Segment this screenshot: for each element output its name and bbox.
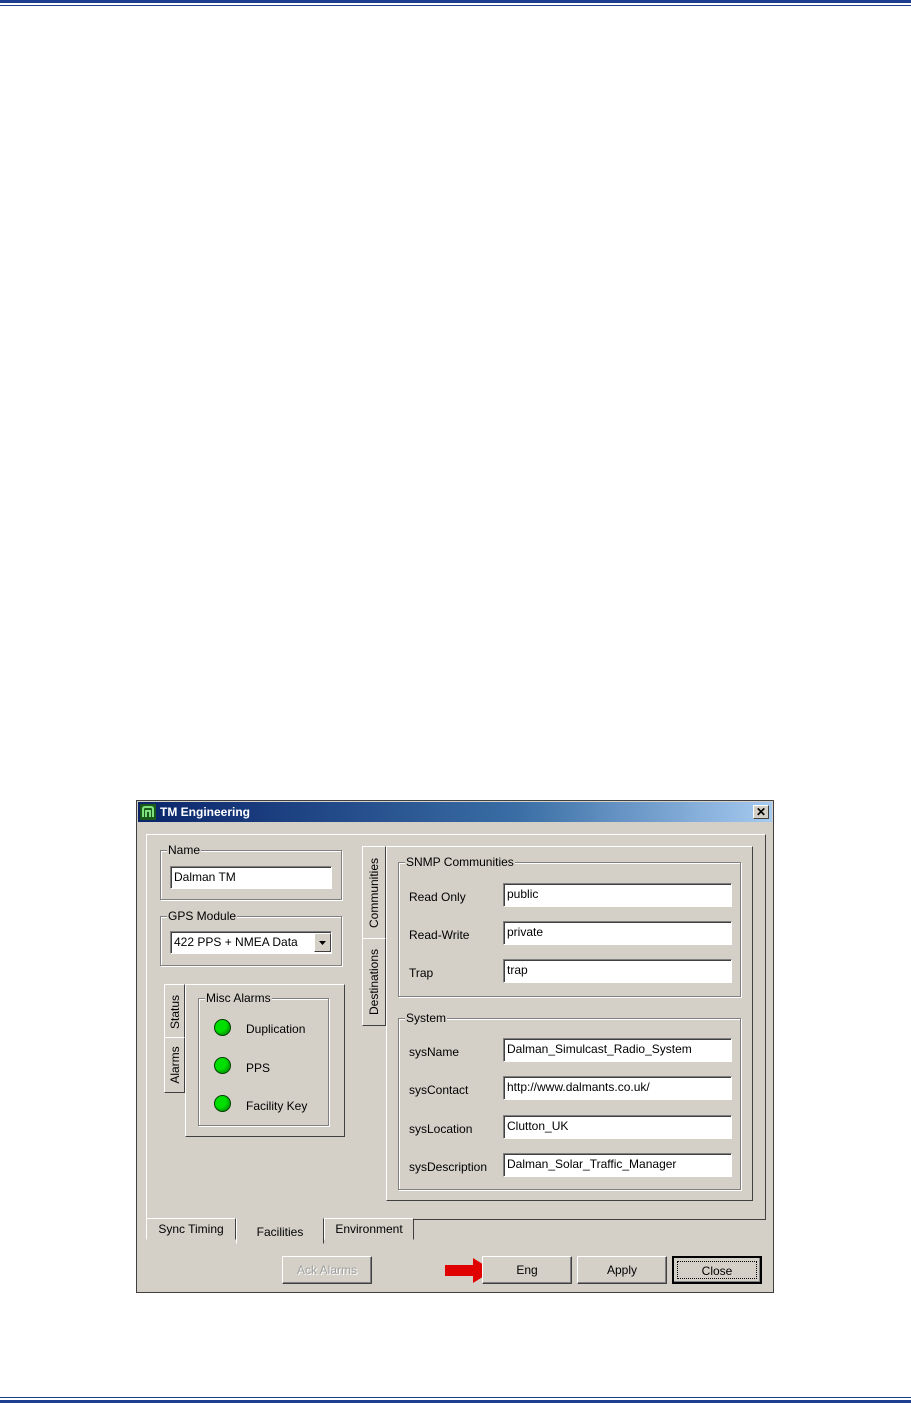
dropdown-arrow-button[interactable]: [314, 933, 331, 952]
status-tab-page: Misc Alarms Duplication PPS Facility Key: [185, 984, 345, 1137]
pps-led-icon: [214, 1057, 231, 1074]
gps-module-group: GPS Module 422 PPS + NMEA Data: [160, 909, 342, 966]
tab-destinations[interactable]: Destinations: [362, 938, 386, 1026]
gps-module-legend: GPS Module: [167, 909, 238, 923]
tab-environment[interactable]: Environment: [324, 1218, 414, 1240]
window-title: TM Engineering: [160, 805, 250, 819]
chevron-down-icon: [319, 941, 326, 945]
duplication-label: Duplication: [246, 1022, 306, 1036]
read-only-input[interactable]: public: [503, 883, 732, 907]
gps-module-selected: 422 PPS + NMEA Data: [174, 935, 298, 949]
trap-label: Trap: [409, 966, 434, 980]
syslocation-label: sysLocation: [409, 1122, 473, 1136]
tab-alarms[interactable]: Alarms: [164, 1037, 185, 1093]
read-write-label: Read-Write: [409, 928, 470, 942]
top-rule: [0, 0, 911, 6]
tm-engineering-window: TM Engineering ✕ Name Dalman TM GPS Modu…: [136, 800, 774, 1293]
tab-status[interactable]: Status: [164, 984, 185, 1039]
close-button[interactable]: Close: [672, 1256, 762, 1284]
syscontact-input[interactable]: http://www.dalmants.co.uk/: [503, 1076, 732, 1100]
read-only-label: Read Only: [409, 890, 466, 904]
snmp-communities-group: SNMP Communities Read Only public Read-W…: [398, 855, 741, 997]
read-write-input[interactable]: private: [503, 921, 732, 945]
sysname-label: sysName: [409, 1045, 460, 1059]
misc-alarms-group: Misc Alarms Duplication PPS Facility Key: [198, 991, 329, 1126]
sysdescription-label: sysDescription: [409, 1160, 488, 1174]
close-icon[interactable]: ✕: [753, 805, 769, 819]
syslocation-input[interactable]: Clutton_UK: [503, 1115, 732, 1139]
title-bar[interactable]: TM Engineering ✕: [138, 802, 772, 822]
tab-communities[interactable]: Communities: [362, 846, 386, 940]
facility-key-label: Facility Key: [246, 1099, 308, 1113]
trap-input[interactable]: trap: [503, 959, 732, 983]
tab-facilities-label: Facilities: [256, 1225, 304, 1239]
communities-tab-page: SNMP Communities Read Only public Read-W…: [386, 846, 753, 1201]
tab-facilities[interactable]: Facilities: [236, 1218, 324, 1244]
tab-sync-timing-label: Sync Timing: [158, 1222, 224, 1236]
name-input[interactable]: Dalman TM: [170, 866, 332, 889]
misc-alarms-legend: Misc Alarms: [205, 991, 272, 1005]
syscontact-label: sysContact: [409, 1083, 469, 1097]
tab-sync-timing[interactable]: Sync Timing: [146, 1218, 236, 1240]
tab-alarms-label: Alarms: [167, 1046, 182, 1084]
eng-button[interactable]: Eng: [482, 1256, 572, 1284]
app-icon: [140, 804, 156, 820]
tab-destinations-label: Destinations: [367, 948, 381, 1016]
tab-status-label: Status: [167, 994, 182, 1029]
apply-button[interactable]: Apply: [577, 1256, 667, 1284]
pps-label: PPS: [246, 1061, 271, 1075]
system-group: System sysName Dalman_Simulcast_Radio_Sy…: [398, 1011, 741, 1190]
close-button-label: Close: [701, 1264, 733, 1278]
tab-environment-label: Environment: [335, 1222, 403, 1236]
system-legend: System: [405, 1011, 448, 1025]
gps-module-select[interactable]: 422 PPS + NMEA Data: [170, 931, 332, 954]
duplication-led-icon: [214, 1019, 231, 1036]
sysname-input[interactable]: Dalman_Simulcast_Radio_System: [503, 1038, 732, 1062]
snmp-communities-legend: SNMP Communities: [405, 855, 515, 869]
name-legend: Name: [167, 843, 202, 857]
ack-alarms-button[interactable]: Ack Alarms: [282, 1256, 372, 1284]
bottom-rule: [0, 1397, 911, 1403]
facility-key-led-icon: [214, 1095, 231, 1112]
name-group: Name Dalman TM: [160, 843, 342, 900]
sysdescription-input[interactable]: Dalman_Solar_Traffic_Manager: [503, 1153, 732, 1177]
tab-communities-label: Communities: [367, 857, 381, 929]
